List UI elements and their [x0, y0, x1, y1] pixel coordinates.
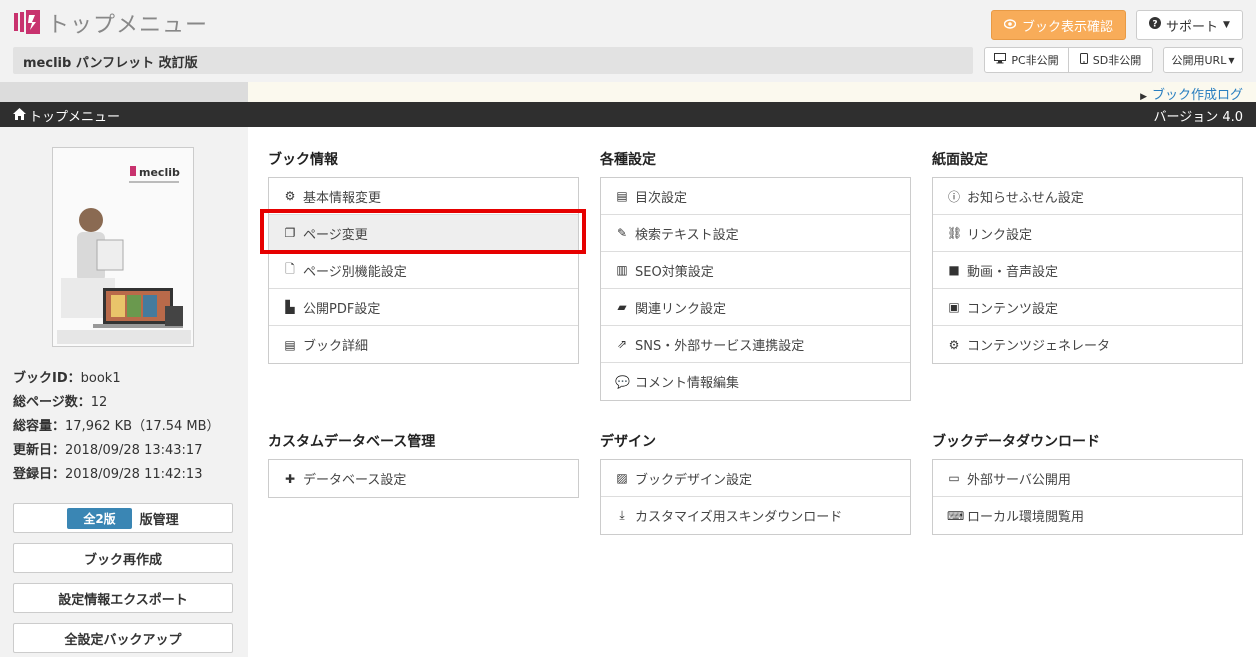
panel-page-settings: ⓘ お知らせふせん設定 ⛓ リンク設定 ■ 動画・音声設定 ▣ コンテンツ設定 ⚙ コンテ…	[932, 177, 1243, 364]
monitor-icon	[994, 53, 1007, 67]
menu-content-generator[interactable]: ⚙ コンテンツジェネレータ	[933, 326, 1242, 363]
book-log-link[interactable]: ▶ ブック作成ログ	[1140, 84, 1243, 103]
rebuild-book-button[interactable]: ブック再作成	[13, 543, 233, 573]
svg-text:?: ?	[1152, 20, 1157, 30]
home-icon	[13, 107, 26, 124]
version-label: バージョン 4.0	[1153, 110, 1243, 125]
menu-database-settings[interactable]: ✚ データベース設定	[269, 460, 578, 497]
menu-link-settings[interactable]: ⛓ リンク設定	[933, 215, 1242, 252]
book-icon: ▰	[617, 300, 627, 314]
edit-icon: ✎	[616, 226, 628, 240]
video-icon: ■	[948, 263, 960, 277]
caret-down-icon: ▼	[1228, 55, 1235, 65]
version-count-badge: 全2版	[67, 507, 132, 529]
file-icon: ▙	[285, 300, 295, 314]
menu-pdf-settings[interactable]: ▙ 公開PDF設定	[269, 289, 578, 326]
book-info: ブックID：book1 総ページ数：12 総容量：17,962 KB（17.54…	[13, 371, 220, 482]
download-icon: ⤓	[619, 508, 625, 522]
section-title-page-settings: 紙面設定	[932, 152, 988, 168]
file-text-icon: ▤	[284, 337, 296, 352]
menu-seo[interactable]: ▥ SEO対策設定	[601, 252, 910, 289]
laptop-icon: ⌨	[947, 508, 965, 523]
meclib-logo-icon	[14, 10, 40, 34]
menu-book-details[interactable]: ▤ ブック詳細	[269, 326, 578, 363]
copy-icon: ❐	[284, 226, 296, 240]
panel-download: ▭ 外部サーバ公開用 ⌨ ローカル環境閲覧用	[932, 459, 1243, 535]
gears-icon: ⚙	[948, 337, 960, 352]
list-icon: ▤	[616, 189, 628, 203]
caret-right-icon: ▶	[1140, 92, 1147, 102]
menu-contents[interactable]: ▣ コンテンツ設定	[933, 289, 1242, 326]
caret-down-icon: ▼	[1223, 20, 1230, 30]
page-title: トップメニュー	[47, 13, 209, 38]
backup-settings-button[interactable]: 全設定バックアップ	[13, 623, 233, 653]
menu-external-server[interactable]: ▭ 外部サーバ公開用	[933, 460, 1242, 497]
panel-custom-db: ✚ データベース設定	[268, 459, 579, 498]
section-title-custom-db: カスタムデータベース管理	[268, 434, 436, 450]
menu-basic-info[interactable]: ⚙ 基本情報変更	[269, 178, 578, 215]
hdd-icon: ▭	[948, 471, 960, 485]
menu-related-links[interactable]: ▰ 関連リンク設定	[601, 289, 910, 326]
mobile-icon	[1079, 53, 1088, 67]
menu-notice-sticky[interactable]: ⓘ お知らせふせん設定	[933, 178, 1242, 215]
cover-logo-text: meclib	[139, 166, 180, 179]
html5-icon: ▣	[948, 300, 960, 314]
support-button[interactable]: ? サポート ▼	[1136, 10, 1243, 40]
sidebar: meclib ブックID：book1 総ページ数：12 総容量：17,962 K…	[0, 127, 248, 657]
section-title-settings: 各種設定	[600, 152, 656, 168]
share-icon: ⇗	[616, 337, 628, 351]
menu-page-change[interactable]: ❐ ページ変更	[269, 215, 578, 252]
book-title: meclib パンフレット 改訂版	[13, 47, 973, 74]
info-icon: ⓘ	[947, 189, 960, 204]
menu-page-functions[interactable]: 🗋 ページ別機能設定	[269, 252, 578, 289]
menu-comments[interactable]: 💬 コメント情報編集	[601, 363, 910, 400]
menu-toc-settings[interactable]: ▤ 目次設定	[601, 178, 910, 215]
header: トップメニュー meclib パンフレット 改訂版 ブック表示確認 ? サポート…	[0, 0, 1256, 82]
eye-icon	[1003, 18, 1017, 33]
menu-sns[interactable]: ⇗ SNS・外部サービス連携設定	[601, 326, 910, 363]
gear-icon: ⚙	[284, 189, 296, 203]
export-settings-button[interactable]: 設定情報エクスポート	[13, 583, 233, 613]
puzzle-icon: ✚	[284, 471, 296, 486]
bar-chart-icon: ▥	[616, 263, 628, 277]
version-manage-button[interactable]: 全2版 版管理	[13, 503, 233, 533]
sd-unpublish-button[interactable]: SD非公開	[1069, 47, 1153, 73]
panel-book-info: ⚙ 基本情報変更 ❐ ページ変更 🗋 ページ別機能設定 ▙ 公開PDF設定 ▤ ブック詳細	[268, 177, 579, 364]
pc-unpublish-button[interactable]: PC非公開	[984, 47, 1069, 73]
panel-design: ▨ ブックデザイン設定 ⤓ カスタマイズ用スキンダウンロード	[600, 459, 911, 535]
section-title-download: ブックデータダウンロード	[932, 434, 1100, 450]
panel-settings: ▤ 目次設定 ✎ 検索テキスト設定 ▥ SEO対策設定 ▰ 関連リンク設定 ⇗ SNS・外…	[600, 177, 911, 401]
book-preview-button[interactable]: ブック表示確認	[991, 10, 1126, 40]
section-title-book-info: ブック情報	[268, 152, 338, 168]
breadcrumb: トップメニュー	[13, 106, 120, 125]
menu-book-design[interactable]: ▨ ブックデザイン設定	[601, 460, 910, 497]
menu-skin-download[interactable]: ⤓ カスタマイズ用スキンダウンロード	[601, 497, 910, 534]
nav-bar: トップメニュー バージョン 4.0	[0, 102, 1256, 127]
link-icon: ⛓	[947, 226, 963, 240]
question-icon: ?	[1149, 17, 1162, 33]
section-title-design: デザイン	[600, 434, 656, 450]
comment-icon: 💬	[615, 374, 630, 389]
file-outline-icon: 🗋	[285, 261, 295, 276]
book-cover-thumbnail[interactable]: meclib	[52, 147, 194, 347]
public-url-button[interactable]: 公開用URL ▼	[1163, 47, 1243, 73]
menu-local-view[interactable]: ⌨ ローカル環境閲覧用	[933, 497, 1242, 534]
menu-search-text[interactable]: ✎ 検索テキスト設定	[601, 215, 910, 252]
menu-video-audio[interactable]: ■ 動画・音声設定	[933, 252, 1242, 289]
sub-bar: ▶ ブック作成ログ	[0, 82, 1256, 103]
image-icon: ▨	[616, 471, 628, 485]
